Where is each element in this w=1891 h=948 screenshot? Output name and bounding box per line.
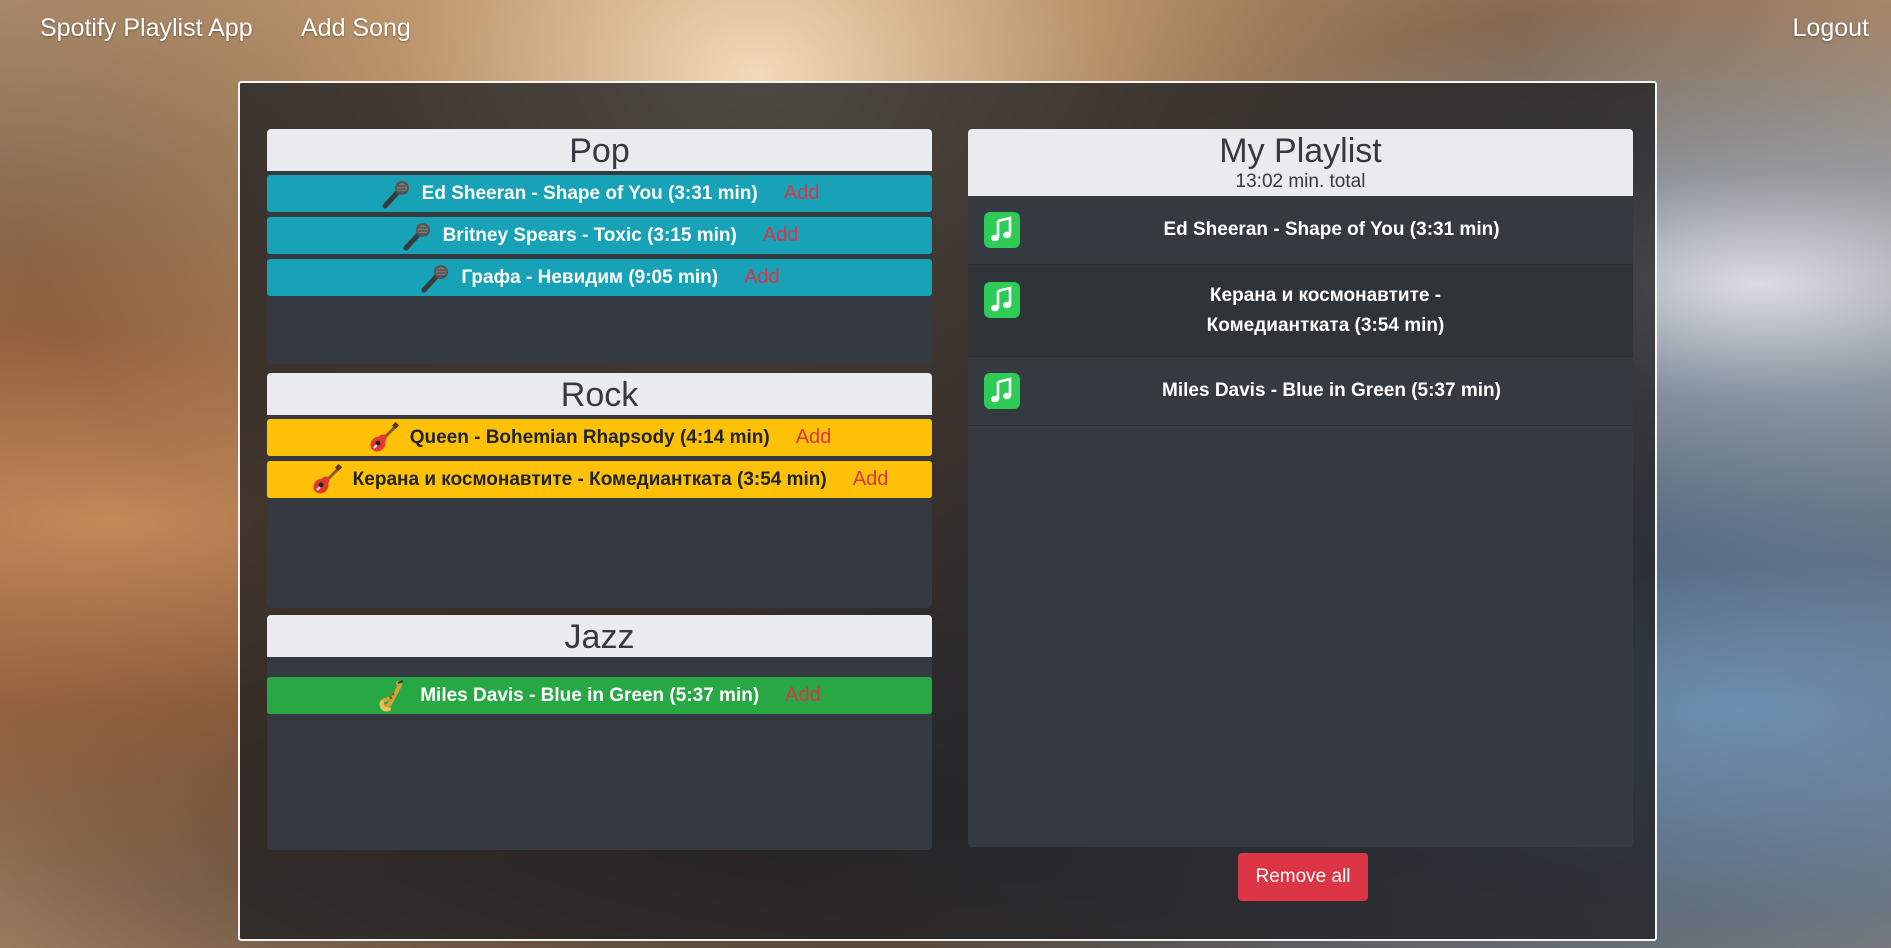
add-song-link[interactable]: Add Song (301, 14, 411, 43)
playlist-item[interactable]: Miles Davis - Blue in Green (5:37 min) (968, 357, 1633, 426)
song-row: Miles Davis - Blue in Green (5:37 min) A… (267, 677, 932, 714)
playlist-item-label: Керана и космонавтите - Комедиантката (3… (1206, 284, 1445, 336)
genre-title: Rock (267, 373, 932, 415)
playlist-item-label: Ed Sheeran - Shape of You (3:31 min) (1163, 219, 1500, 240)
playlist-total-duration: 13:02 min. total (1235, 171, 1366, 192)
music-note-icon (984, 373, 1020, 409)
add-song-button[interactable]: Add (853, 468, 889, 491)
song-label: Britney Spears - Toxic (3:15 min) (442, 224, 737, 246)
guitar-icon (368, 422, 400, 454)
main-container: Pop Ed Sheeran - Shape of You (3:31 min)… (238, 81, 1657, 941)
guitar-icon (311, 464, 343, 496)
add-song-button[interactable]: Add (744, 266, 780, 289)
add-song-button[interactable]: Add (785, 684, 821, 707)
saxophone-icon (378, 680, 410, 712)
playlist-title: My Playlist (1219, 132, 1382, 170)
playlist-card: My Playlist 13:02 min. total Ed Sheeran … (968, 129, 1633, 847)
add-song-button[interactable]: Add (763, 224, 799, 247)
song-label: Queen - Bohemian Rhapsody (4:14 min) (409, 426, 770, 448)
add-song-button[interactable]: Add (784, 182, 820, 205)
song-label: Ed Sheeran - Shape of You (3:31 min) (421, 182, 758, 204)
add-song-button[interactable]: Add (796, 426, 832, 449)
genre-title: Pop (267, 129, 932, 171)
playlist-item[interactable]: Ed Sheeran - Shape of You (3:31 min) (968, 196, 1633, 265)
genre-card-pop: Pop Ed Sheeran - Shape of You (3:31 min)… (267, 129, 932, 364)
brand-link[interactable]: Spotify Playlist App (40, 14, 253, 43)
microphone-icon (380, 178, 412, 210)
song-row: Графа - Невидим (9:05 min) Add (267, 259, 932, 296)
song-row: Ed Sheeran - Shape of You (3:31 min) Add (267, 175, 932, 212)
navbar: Spotify Playlist App Add Song Logout (0, 0, 1891, 62)
song-row: Керана и космонавтите - Комедиантката (3… (267, 461, 932, 498)
logout-link[interactable]: Logout (1793, 14, 1869, 43)
music-note-icon (984, 282, 1020, 318)
song-row: Britney Spears - Toxic (3:15 min) Add (267, 217, 932, 254)
song-label: Графа - Невидим (9:05 min) (461, 266, 719, 288)
playlist-item-label: Miles Davis - Blue in Green (5:37 min) (1162, 380, 1501, 401)
remove-all-button[interactable]: Remove all (1238, 853, 1368, 901)
genre-card-jazz: Jazz Miles Davis - Blue in Green (5:37 m… (267, 615, 932, 850)
song-row: Queen - Bohemian Rhapsody (4:14 min) Add (267, 419, 932, 456)
playlist-header: My Playlist 13:02 min. total (968, 129, 1633, 196)
music-note-icon (984, 212, 1020, 248)
song-label: Miles Davis - Blue in Green (5:37 min) (420, 684, 760, 706)
song-label: Керана и космонавтите - Комедиантката (3… (352, 468, 827, 490)
genre-card-rock: Rock Queen - Bohemian Rhapsody (4:14 min… (267, 373, 932, 608)
microphone-icon (419, 262, 451, 294)
genre-title: Jazz (267, 615, 932, 657)
playlist-item[interactable]: Керана и космонавтите - Комедиантката (3… (968, 265, 1633, 357)
microphone-icon (401, 220, 433, 252)
